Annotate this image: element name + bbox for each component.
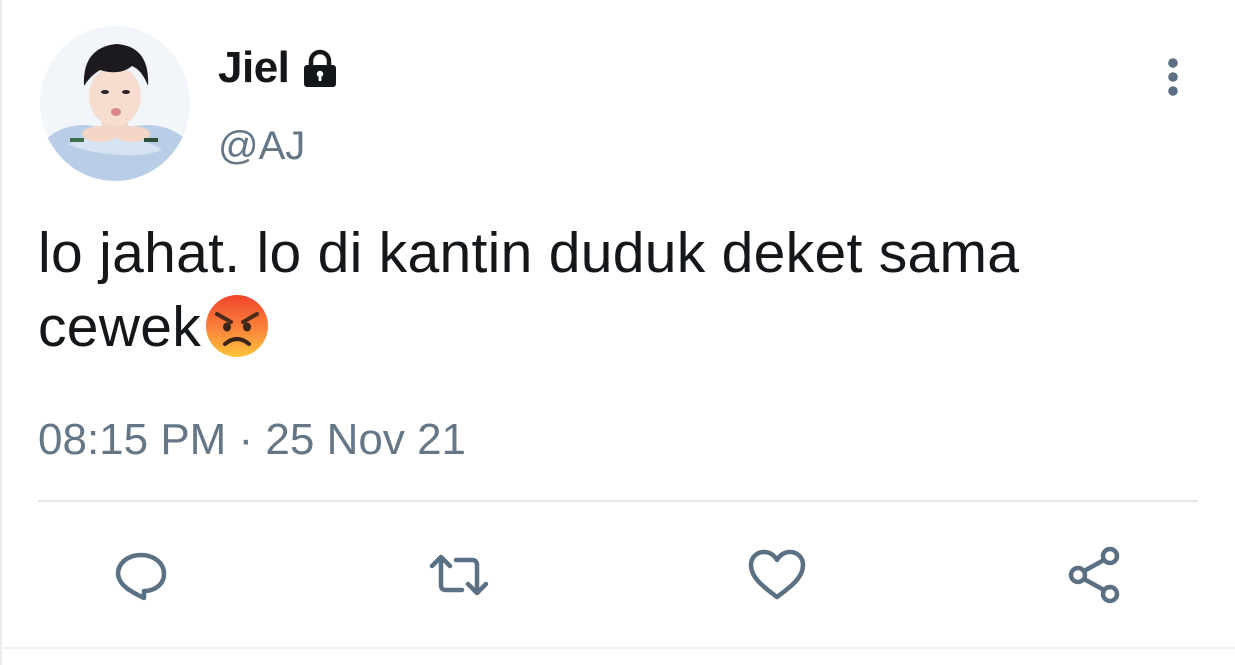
share-icon [1068,546,1120,604]
divider [38,500,1198,502]
like-button[interactable] [742,540,812,610]
tweet-card: Jiel @AJ lo jahat. lo di kantin duduk de… [0,0,1235,665]
more-options-button[interactable] [1150,52,1196,102]
retweet-button[interactable] [424,540,494,610]
angry-face-emoji [203,292,271,360]
display-name[interactable]: Jiel [218,42,290,94]
avatar-image [40,26,190,181]
tweet-timestamp[interactable]: 08:15 PM · 25 Nov 21 [38,412,466,468]
avatar[interactable] [40,26,190,181]
user-handle[interactable]: @AJ [218,122,305,170]
speech-bubble-icon [115,552,167,601]
more-vertical-icon [1168,58,1178,96]
lock-icon [299,48,341,90]
retweet-icon [429,554,489,596]
share-button[interactable] [1060,540,1130,610]
display-name-row[interactable]: Jiel [218,42,341,94]
tweet-text-content: lo jahat. lo di kantin duduk deket sama … [38,221,1020,359]
card-border [0,0,2,665]
bottom-divider [0,647,1235,649]
tweet-text: lo jahat. lo di kantin duduk deket sama … [38,216,1198,364]
heart-icon [748,549,806,600]
reply-button[interactable] [106,540,176,610]
